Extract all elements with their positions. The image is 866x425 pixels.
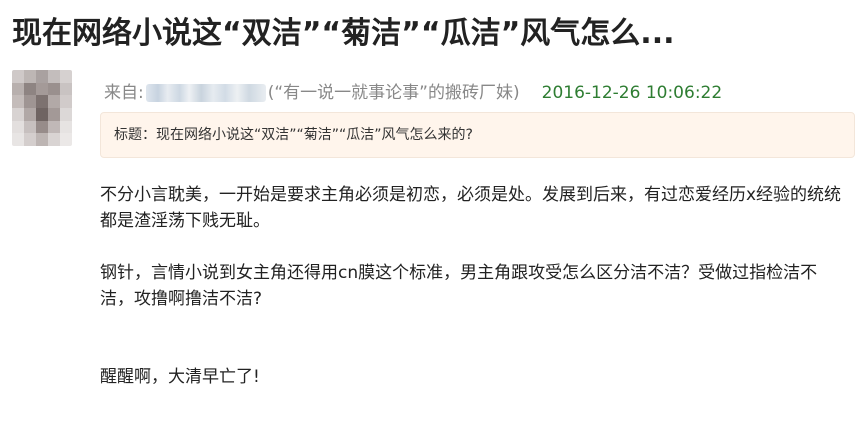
post-meta: 来自: (“有一说一就事论事”的搬砖厂妹) 2016-12-26 10:06:22: [104, 78, 722, 108]
author-name-blurred[interactable]: [145, 84, 266, 102]
avatar[interactable]: [12, 70, 72, 146]
subject-text: 标题：现在网络小说这“双洁”“菊洁”“瓜洁”风气怎么来的?: [114, 127, 473, 143]
subject-box: 标题：现在网络小说这“双洁”“菊洁”“瓜洁”风气怎么来的?: [100, 112, 855, 158]
body-paragraph: 不分小言耽美，一开始是要求主角必须是初恋，必须是处。发展到后来，有过恋爱经历x经…: [100, 185, 842, 231]
from-label: 来自:: [104, 83, 144, 103]
page-title: 现在网络小说这“双洁”“菊洁”“瓜洁”风气怎么...: [12, 16, 675, 51]
post-timestamp: 2016-12-26 10:06:22: [541, 83, 723, 103]
author-description: (“有一说一就事论事”的搬砖厂妹): [267, 83, 520, 103]
body-paragraph: 钢针，言情小说到女主角还得用cn膜这个标准，男主角跟攻受怎么区分洁不洁？受做过指…: [100, 263, 818, 309]
body-paragraph: 醒醒啊，大清早亡了!: [100, 367, 260, 387]
post-body: 不分小言耽美，一开始是要求主角必须是初恋，必须是处。发展到后来，有过恋爱经历x经…: [100, 182, 845, 390]
